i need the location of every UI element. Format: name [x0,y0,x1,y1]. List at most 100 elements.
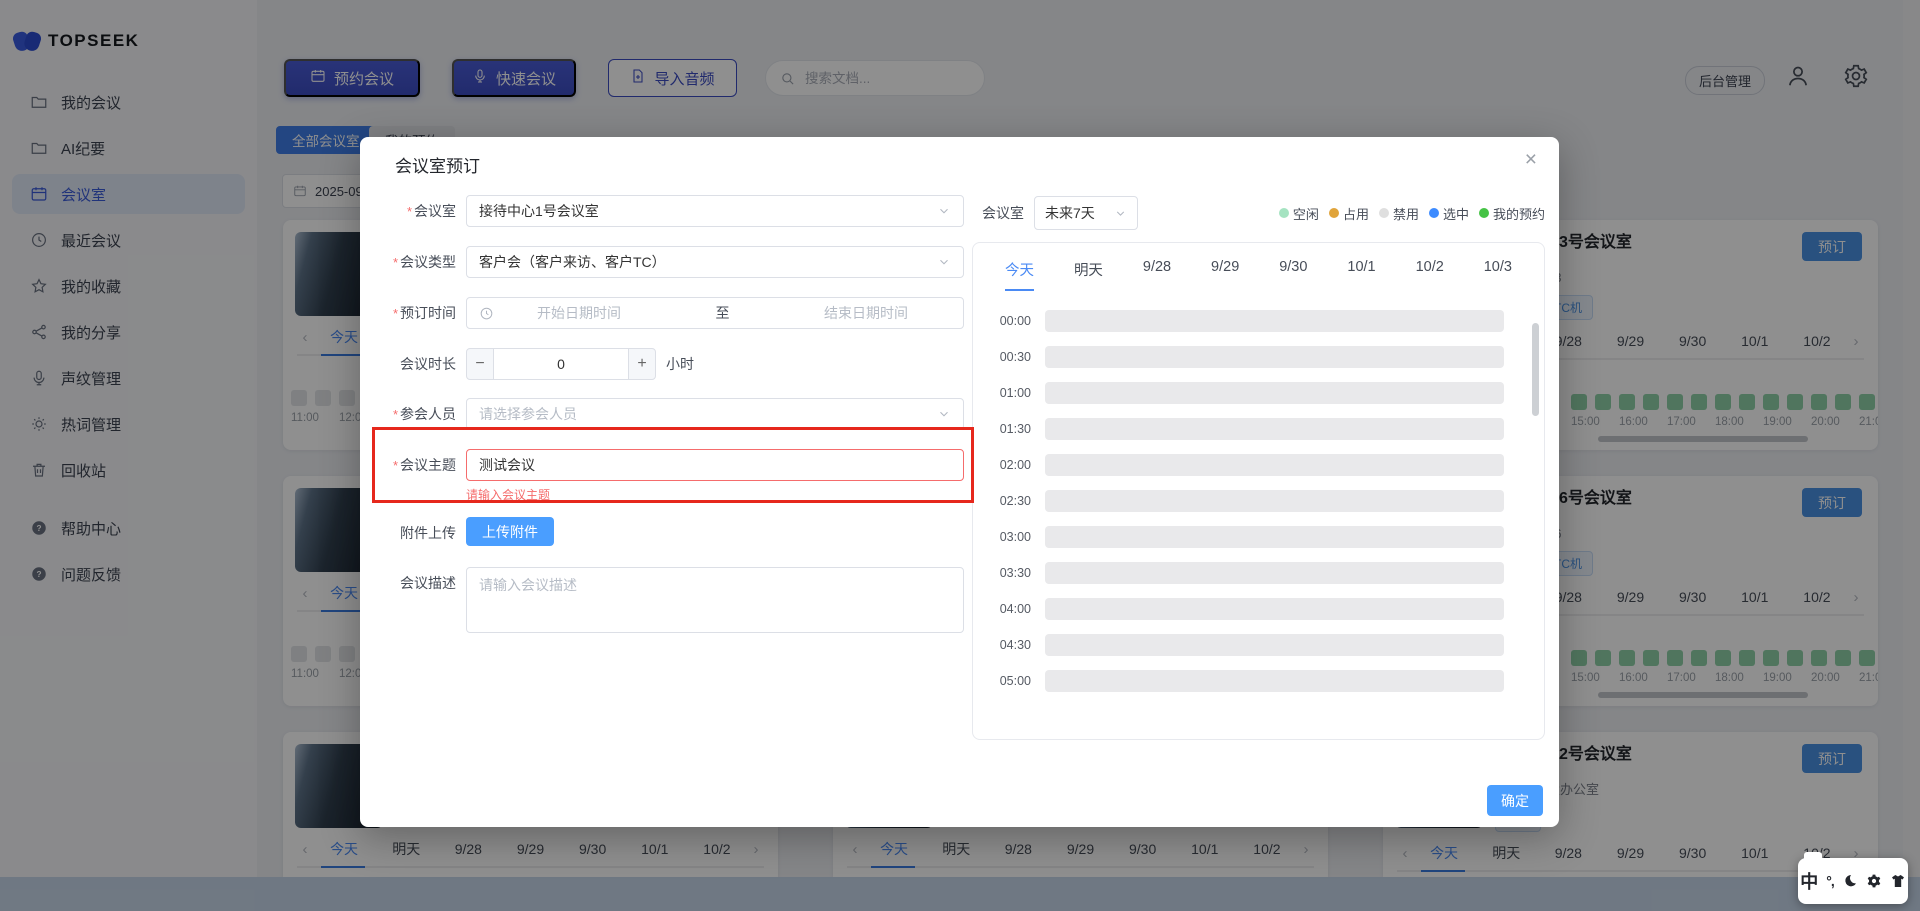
time-slot-bar[interactable] [1045,382,1504,404]
time-slot-label: 05:00 [985,674,1031,688]
type-label: 会议类型 [400,254,456,270]
time-slot-bar[interactable] [1045,526,1504,548]
required-asterisk: * [407,204,412,219]
subject-label: 会议主题 [400,457,456,473]
time-range-picker[interactable]: 开始日期时间 至 结束日期时间 [466,297,964,329]
booking-modal: 会议室预订 × * 会议室 接待中心1号会议室 * 会议类型 客户会（客户来访、客户… [360,137,1559,827]
legend-item: 选中 [1429,204,1469,223]
attendees-select[interactable]: 请选择参会人员 [466,398,964,430]
meeting-type-select[interactable]: 客户会（客户来访、客户TC） [466,246,964,278]
legend-item: 我的预约 [1479,204,1545,223]
schedule-room-label: 会议室 [982,203,1024,223]
legend-label: 选中 [1443,204,1469,223]
time-slot-row: 03:30 [973,555,1544,591]
schedule-day-tab[interactable]: 10/1 [1347,259,1375,291]
time-slot-label: 00:30 [985,350,1031,364]
attendees-label: 参会人员 [400,406,456,422]
schedule-header: 会议室 未来7天 空闲 占用禁用 选中我的预约 [982,195,1545,231]
description-textarea[interactable] [466,567,964,633]
form-row-subject: *会议主题 请输入会议主题 [372,449,964,503]
schedule-day-tab[interactable]: 9/30 [1279,259,1307,291]
legend-dot [1379,208,1389,218]
schedule-day-tab[interactable]: 10/2 [1416,259,1444,291]
booking-form: *会议室 接待中心1号会议室 *会议类型 客户会（客户来访、客户TC） *预订时… [372,195,964,656]
time-label: 预订时间 [400,305,456,321]
shirt-icon[interactable] [1890,873,1906,889]
time-slot-row: 01:00 [973,375,1544,411]
form-row-attachment: 附件上传 上传附件 [372,517,964,549]
legend-item: 空闲 [1279,204,1319,223]
minus-button[interactable]: − [466,348,494,380]
legend-label: 占用 [1343,204,1369,223]
room-select-value: 接待中心1号会议室 [479,201,599,221]
confirm-button[interactable]: 确定 [1487,785,1543,816]
range-select-value: 未来7天 [1045,203,1095,223]
moon-icon[interactable] [1842,873,1858,889]
legend-dot [1429,208,1439,218]
required-asterisk: * [393,458,398,473]
legend-item: 禁用 [1379,204,1419,223]
legend-dot [1479,208,1489,218]
gear-icon[interactable] [1866,873,1882,889]
chevron-down-icon [937,255,951,269]
close-icon[interactable]: × [1525,149,1537,170]
legend-dot [1279,208,1289,218]
time-slot-bar[interactable] [1045,490,1504,512]
attachment-label: 附件上传 [400,525,456,541]
duration-stepper: − + 小时 [466,348,964,380]
upload-attachment-button[interactable]: 上传附件 [466,517,554,546]
scrollbar-thumb[interactable] [1532,323,1539,416]
duration-input[interactable] [494,348,628,380]
schedule-day-tab[interactable]: 9/29 [1211,259,1239,291]
schedule-day-tab[interactable]: 今天 [1005,259,1034,291]
time-slot-row: 05:00 [973,663,1544,699]
form-row-attendees: *参会人员 请选择参会人员 [372,398,964,431]
time-slot-bar[interactable] [1045,454,1504,476]
time-slot-bar[interactable] [1045,562,1504,584]
subject-error-message: 请输入会议主题 [466,486,964,503]
plus-button[interactable]: + [628,348,656,380]
duration-unit: 小时 [666,348,694,380]
form-row-time: *预订时间 开始日期时间 至 结束日期时间 [372,297,964,330]
duration-label: 会议时长 [400,356,456,372]
time-slot-list: 00:0000:3001:0001:3002:0002:3003:0003:30… [973,303,1544,699]
subject-input[interactable] [466,449,964,481]
status-legend: 空闲 占用禁用 选中我的预约 [1279,204,1545,223]
room-select[interactable]: 接待中心1号会议室 [466,195,964,227]
time-slot-label: 01:30 [985,422,1031,436]
range-select[interactable]: 未来7天 [1034,196,1138,230]
time-slot-bar[interactable] [1045,634,1504,656]
required-asterisk: * [393,306,398,321]
form-row-description: 会议描述 [372,567,964,638]
time-slot-bar[interactable] [1045,346,1504,368]
meeting-type-value: 客户会（客户来访、客户TC） [479,252,666,272]
day-tabs: 今天 明天 9/28 9/29 9/30 10/1 10/2 10/3 [973,243,1544,291]
chevron-down-icon [937,407,951,421]
time-slot-label: 01:00 [985,386,1031,400]
legend-label: 空闲 [1293,204,1319,223]
modal-title: 会议室预订 [395,152,480,177]
schedule-panel: 今天明天9/289/299/3010/110/210/3 00:0000:300… [972,242,1545,740]
schedule-scrollbar[interactable] [1532,323,1539,663]
chevron-down-icon [937,204,951,218]
time-slot-label: 04:00 [985,602,1031,616]
ime-toolbar[interactable]: 中 °, [1798,858,1908,904]
schedule-day-tab[interactable]: 9/28 [1143,259,1171,291]
schedule-day-tab[interactable]: 10/3 [1484,259,1512,291]
ime-chinese-mode[interactable]: 中 [1800,868,1818,894]
time-slot-bar[interactable] [1045,598,1504,620]
time-slot-bar[interactable] [1045,670,1504,692]
time-slot-bar[interactable] [1045,310,1504,332]
description-label: 会议描述 [400,575,456,591]
time-slot-label: 04:30 [985,638,1031,652]
start-time-placeholder: 开始日期时间 [494,303,664,323]
time-slot-bar[interactable] [1045,418,1504,440]
attendees-placeholder: 请选择参会人员 [479,404,577,424]
time-slot-row: 04:00 [973,591,1544,627]
ime-punctuation[interactable]: °, [1826,873,1834,889]
time-slot-label: 02:00 [985,458,1031,472]
end-time-placeholder: 结束日期时间 [781,303,951,323]
schedule-day-tab[interactable]: 明天 [1074,259,1103,291]
time-slot-row: 02:30 [973,483,1544,519]
time-slot-label: 02:30 [985,494,1031,508]
